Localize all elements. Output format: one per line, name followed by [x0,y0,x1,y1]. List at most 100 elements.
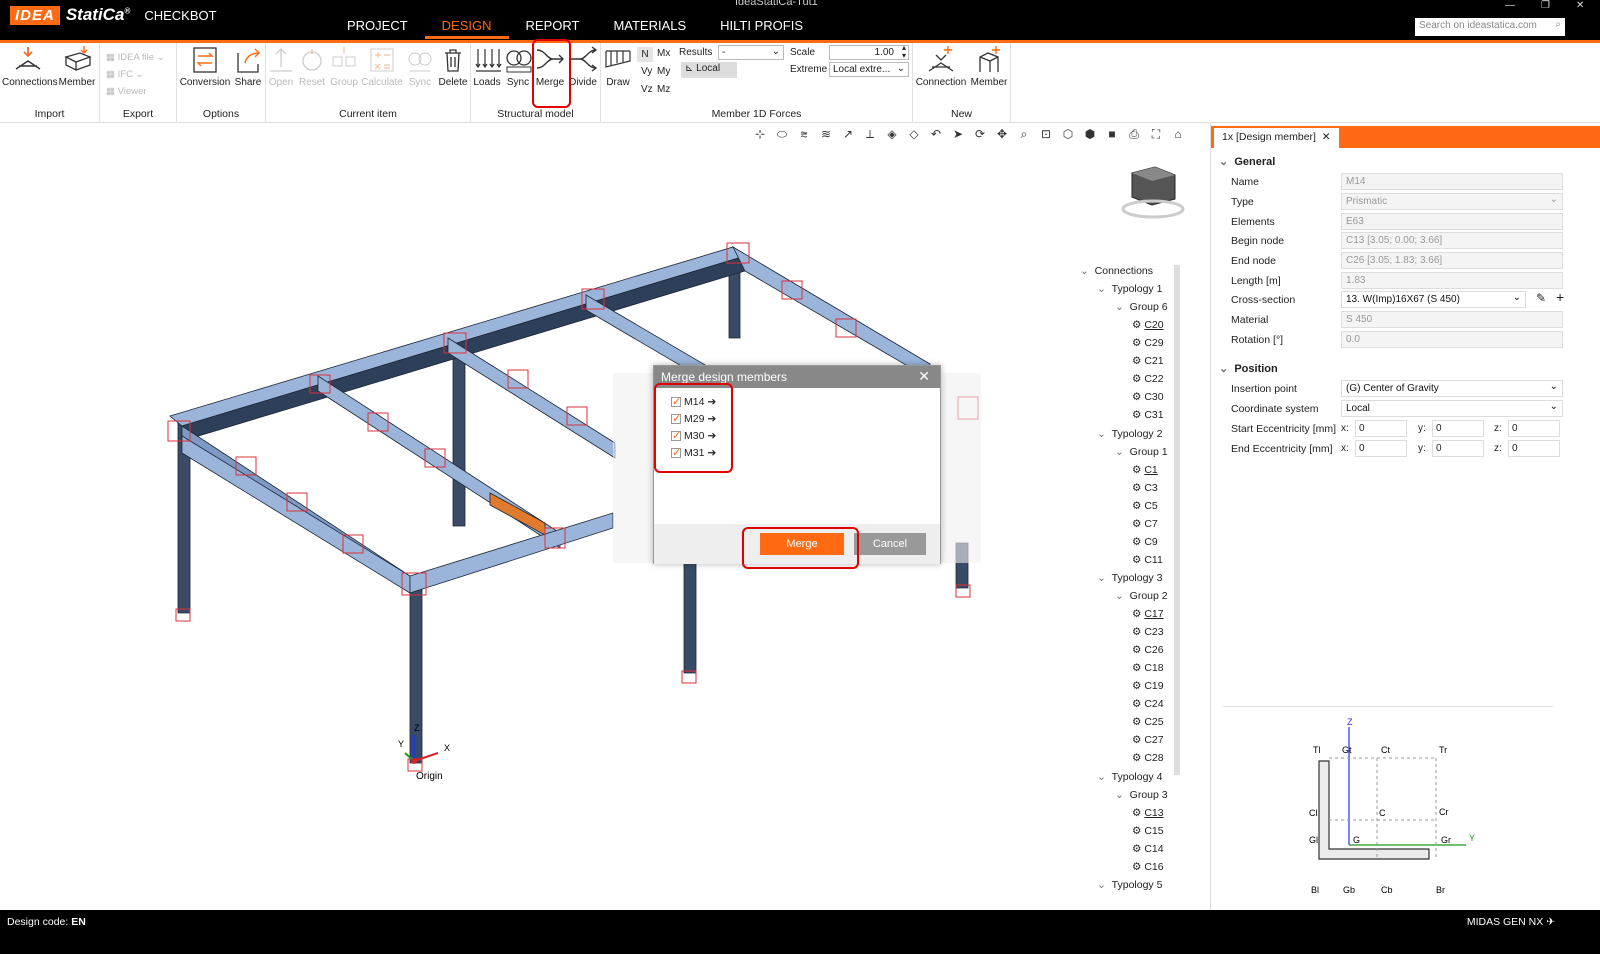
new-member-button[interactable]: Member [969,45,1009,88]
add-icon[interactable]: + [1556,289,1564,305]
tree-connection[interactable]: ⚙ C23 [1132,626,1164,638]
chevron-down-icon[interactable]: ⌄ [1115,446,1124,458]
tree-connection[interactable]: ⚙ C20 [1132,319,1164,331]
menu-project[interactable]: PROJECT [330,17,425,39]
global-axes-icon[interactable]: ⟂ [862,126,878,142]
tree-connection[interactable]: ⚙ C1 [1132,464,1158,476]
render-icon[interactable]: ◈ [884,126,900,142]
column[interactable] [683,552,697,674]
tree-connection[interactable]: ⚙ C19 [1132,680,1164,692]
local-toggle[interactable]: ⊾ Local [681,62,737,78]
home-icon[interactable]: ⌂ [1170,126,1186,142]
column[interactable] [452,340,466,527]
divide-button[interactable]: Divide [567,45,599,88]
tree-connection[interactable]: ⚙ C3 [1132,482,1158,494]
share-button[interactable]: Share [232,45,264,88]
selected-member-m14[interactable] [489,492,546,536]
loads-button[interactable]: Loads [473,45,502,88]
view-cube[interactable] [1121,166,1185,219]
view-front-icon[interactable]: ⬢ [1082,126,1098,142]
axes-icon[interactable]: ⊹ [752,126,768,142]
view-3d-icon[interactable]: ⬡ [1060,126,1076,142]
force-n-toggle[interactable]: N [637,47,653,62]
panel-tab[interactable]: 1x [Design member] ✕ [1214,128,1339,148]
menu-materials[interactable]: MATERIALS [596,17,703,39]
section-view-icon[interactable]: ≋ [818,126,834,142]
end-ecc-x-input[interactable]: x: 0 [1341,440,1407,457]
tree-group-1[interactable]: ⌄ Group 1 [1115,446,1168,458]
new-connection-button[interactable]: Connection [915,45,967,88]
tree-connection[interactable]: ⚙ C30 [1132,391,1164,403]
tree-connection[interactable]: ⚙ C14 [1132,843,1164,855]
tree-group-2[interactable]: ⌄ Group 2 [1115,590,1168,602]
tree-typology-1[interactable]: ⌄ Typology 1 [1097,283,1162,295]
minimize-icon[interactable]: — [1505,0,1515,11]
current-sync-button[interactable]: Sync [404,45,436,88]
section-position[interactable]: ⌄ Position [1219,362,1278,375]
fit-icon[interactable]: ⛶ [1148,126,1164,142]
beam[interactable] [409,512,614,594]
tree-connection[interactable]: ⚙ C9 [1132,536,1158,548]
restore-icon[interactable]: ❐ [1541,0,1550,11]
tree-connection[interactable]: ⚙ C5 [1132,500,1158,512]
edit-icon[interactable]: ✎ [1536,291,1546,305]
open-button[interactable]: Open [266,45,296,88]
menu-report[interactable]: REPORT [509,17,597,39]
tree-typology-4[interactable]: ⌄ Typology 4 [1097,771,1162,783]
tree-connection[interactable]: ⚙ C27 [1132,734,1164,746]
tree-connection[interactable]: ⚙ C13 [1132,807,1164,819]
3d-viewport[interactable]: Z Y X Origin [0,123,1200,910]
tree-connection[interactable]: ⚙ C26 [1132,644,1164,656]
import-member-button[interactable]: Member [56,45,98,88]
beam[interactable] [447,337,616,459]
calculate-button[interactable]: Calculate [361,45,403,88]
transparency-icon[interactable]: ◇ [906,126,922,142]
cancel-button[interactable]: Cancel [854,533,926,555]
menu-hilti-profis[interactable]: HILTI PROFIS [703,17,820,39]
undo-icon[interactable]: ↶ [928,126,944,142]
conversion-button[interactable]: Conversion [179,45,231,88]
tree-connection[interactable]: ⚙ C24 [1132,698,1164,710]
tree-connection[interactable]: ⚙ C7 [1132,518,1158,530]
end-ecc-z-input[interactable]: z: 0 [1494,440,1560,457]
select-icon[interactable]: ➤ [950,126,966,142]
delete-button[interactable]: Delete [436,45,470,88]
force-vz-toggle[interactable]: Vz [641,84,653,95]
tree-scrollbar[interactable] [1174,265,1180,775]
tree-connection[interactable]: ⚙ C25 [1132,716,1164,728]
tree-connection[interactable]: ⚙ C18 [1132,662,1164,674]
chevron-down-icon[interactable]: ⌄ [1080,265,1089,277]
chevron-down-icon[interactable]: ⌄ [1115,789,1124,801]
draw-button[interactable]: Draw [603,45,633,88]
local-axes-icon[interactable]: ↗ [840,126,856,142]
chevron-down-icon[interactable]: ⌄ [1115,590,1124,602]
close-icon[interactable]: ✕ [1576,0,1584,11]
section-general[interactable]: ⌄ General [1219,155,1275,168]
tree-connection[interactable]: ⚙ C31 [1132,409,1164,421]
results-select[interactable]: - ⌄ [718,45,784,60]
force-mz-toggle[interactable]: Mz [657,84,670,95]
chevron-down-icon[interactable]: ⌄ [1097,879,1106,891]
tree-connection[interactable]: ⚙ C22 [1132,373,1164,385]
chevron-down-icon[interactable]: ⌄ [1097,283,1106,295]
member-view-icon[interactable]: ⩬ [796,126,812,142]
scale-input[interactable]: 1.00 ▴ ▾ [829,44,909,60]
chevron-down-icon[interactable]: ⌄ [1097,428,1106,440]
zoom-window-icon[interactable]: ⊡ [1038,126,1054,142]
export-idea-file-button[interactable]: ▦ IDEA file ⌄ [106,52,165,63]
view-solid-icon[interactable]: ■ [1104,126,1120,142]
insertion-point-select[interactable]: (G) Center of Gravity ⌄ [1341,380,1563,397]
export-viewer-button[interactable]: ▦ Viewer [106,86,147,97]
spinner-icon[interactable]: ▴ ▾ [902,44,906,60]
reset-button[interactable]: Reset [297,45,327,88]
extreme-select[interactable]: Local extre... ⌄ [829,62,909,77]
tree-typology-5[interactable]: ⌄ Typology 5 [1097,879,1162,891]
tree-connection[interactable]: ⚙ C17 [1132,608,1164,620]
force-my-toggle[interactable]: My [657,66,670,77]
tree-typology-2[interactable]: ⌄ Typology 2 [1097,428,1162,440]
tree-connection[interactable]: ⚙ C11 [1132,554,1163,566]
tree-group-3[interactable]: ⌄ Group 3 [1115,789,1168,801]
cross-section-select[interactable]: 13. W(Imp)16X67 (S 450) ⌄ [1341,291,1526,308]
chevron-down-icon[interactable]: ⌄ [1097,771,1106,783]
import-connections-button[interactable]: Connections [2,45,58,88]
